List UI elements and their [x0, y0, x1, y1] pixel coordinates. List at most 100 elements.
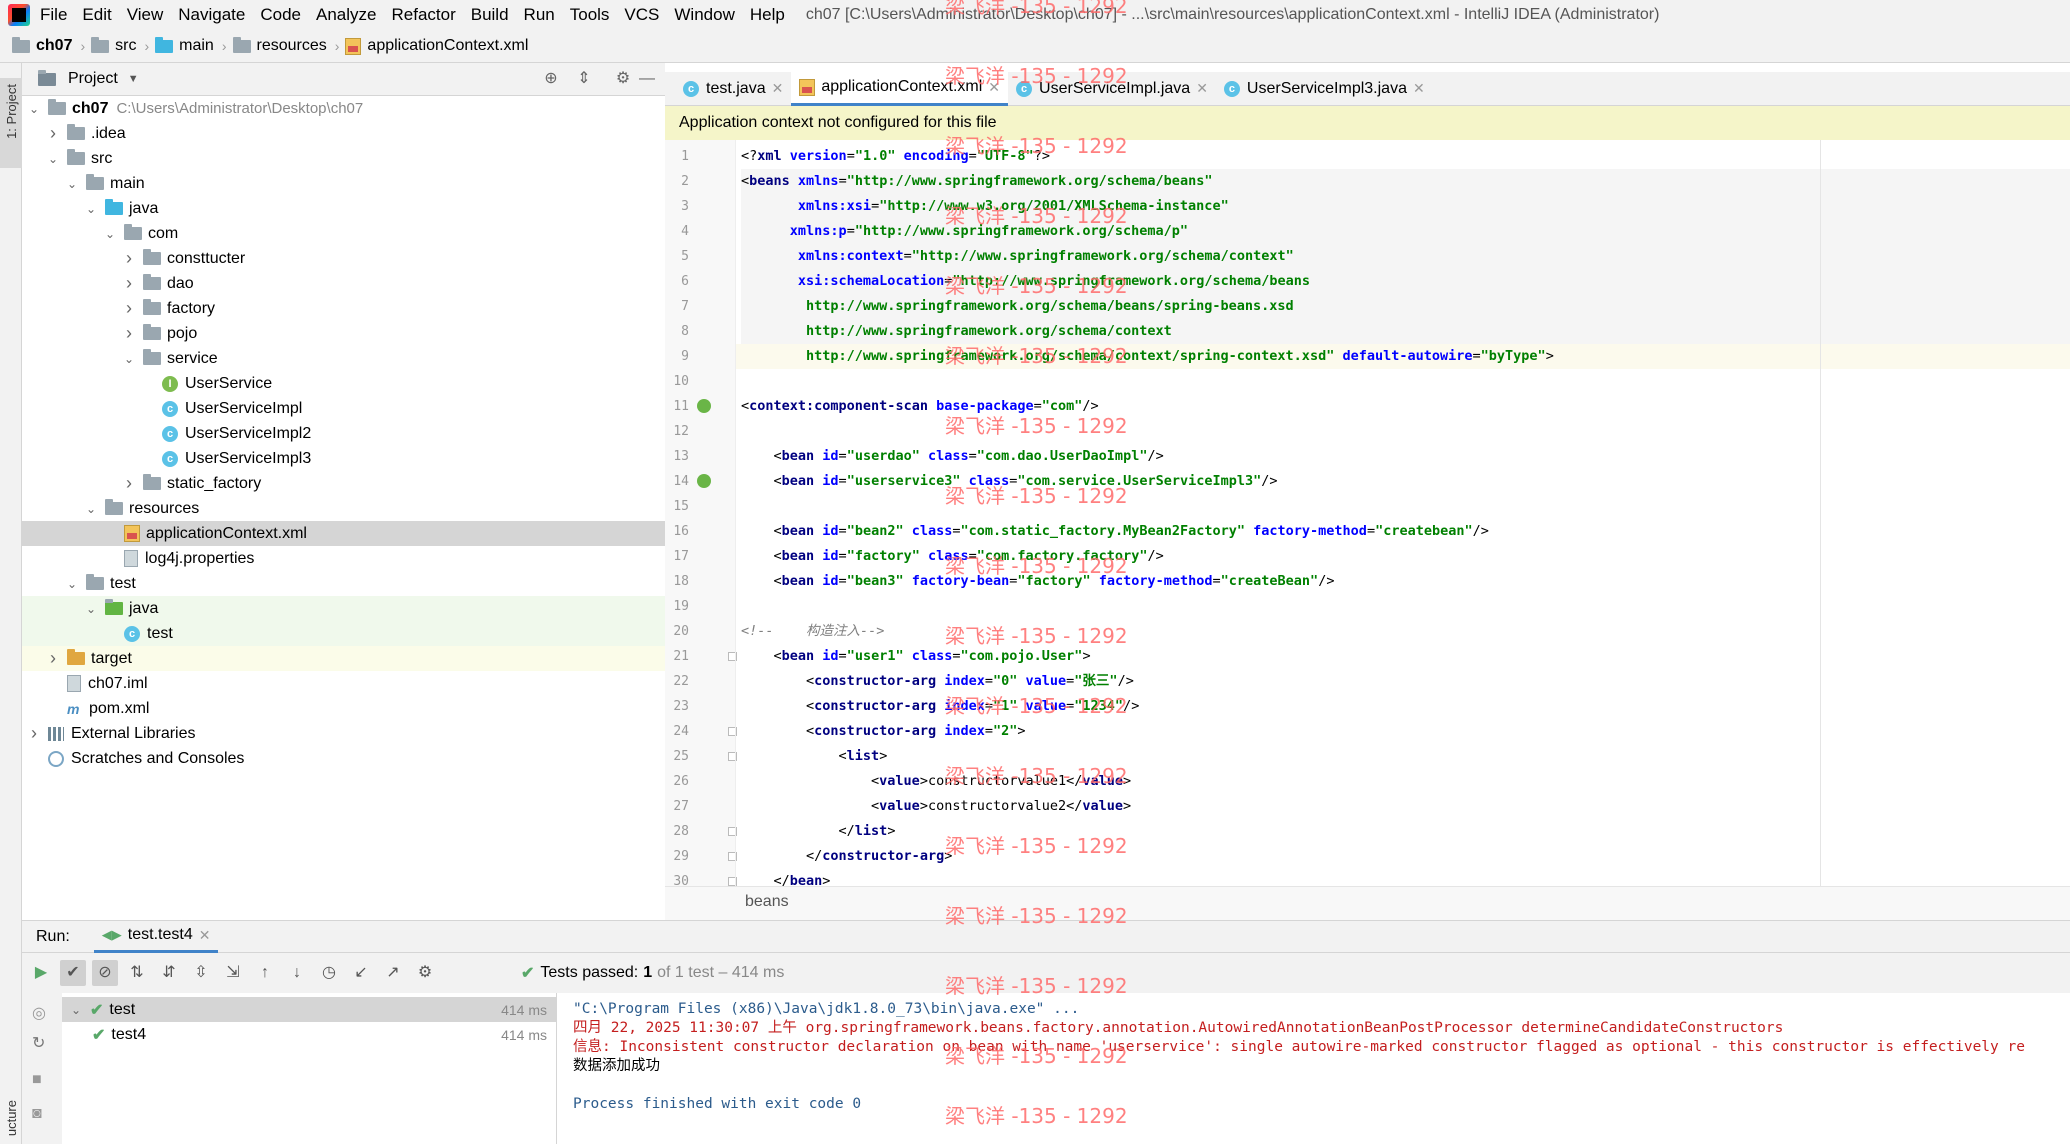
- next-failed-icon[interactable]: ↓: [284, 960, 310, 986]
- xml-breadcrumb-beans[interactable]: beans: [745, 893, 789, 910]
- chevron-down-icon[interactable]: ⌄: [83, 202, 99, 216]
- menu-navigate[interactable]: Navigate: [178, 5, 245, 25]
- code-line[interactable]: <bean id="user1" class="com.pojo.User">: [741, 644, 1091, 669]
- menu-file[interactable]: File: [40, 5, 67, 25]
- code-line[interactable]: http://www.springframework.org/schema/co…: [741, 344, 1554, 369]
- tree-item[interactable]: c UserServiceImpl3: [22, 446, 665, 471]
- tree-item[interactable]: › dao: [22, 271, 665, 296]
- breadcrumb-item-4[interactable]: applicationContext.xml: [345, 37, 528, 55]
- chevron-down-icon[interactable]: ⌄: [64, 177, 80, 191]
- chevron-right-icon[interactable]: ›: [121, 323, 137, 344]
- code-line[interactable]: <list>: [741, 744, 888, 769]
- menu-help[interactable]: Help: [750, 5, 785, 25]
- menu-refactor[interactable]: Refactor: [391, 5, 455, 25]
- expand-all-icon[interactable]: ⇳: [188, 960, 214, 986]
- code-line[interactable]: <bean id="userservice3" class="com.servi…: [741, 469, 1278, 494]
- menu-window[interactable]: Window: [674, 5, 734, 25]
- code-line[interactable]: <?xml version="1.0" encoding="UTF-8"?>: [741, 144, 1050, 169]
- code-line[interactable]: xmlns:context="http://www.springframewor…: [741, 244, 1294, 269]
- chevron-down-icon[interactable]: ⌄: [26, 102, 42, 116]
- menu-vcs[interactable]: VCS: [624, 5, 659, 25]
- code-line[interactable]: <value>constructorvalue1</value>: [741, 769, 1131, 794]
- chevron-right-icon[interactable]: ›: [45, 123, 61, 144]
- menu-code[interactable]: Code: [260, 5, 301, 25]
- test-history-icon[interactable]: ◷: [316, 960, 342, 986]
- chevron-down-icon[interactable]: ⌄: [83, 502, 99, 516]
- code-line[interactable]: <bean id="factory" class="com.factory.fa…: [741, 544, 1164, 569]
- tree-item[interactable]: log4j.properties: [22, 546, 665, 571]
- code-line[interactable]: <!-- 构造注入-->: [741, 619, 884, 644]
- console-output[interactable]: "C:\Program Files (x86)\Java\jdk1.8.0_73…: [557, 993, 2070, 1144]
- tree-item[interactable]: ⌄ src: [22, 146, 665, 171]
- chevron-down-icon[interactable]: ⌄: [83, 602, 99, 616]
- chevron-right-icon[interactable]: ›: [26, 723, 42, 744]
- editor-tab[interactable]: c UserServiceImpl.java ✕: [1008, 72, 1216, 106]
- code-line[interactable]: xmlns:p="http://www.springframework.org/…: [741, 219, 1188, 244]
- chevron-right-icon[interactable]: ›: [45, 648, 61, 669]
- code-line[interactable]: <context:component-scan base-package="co…: [741, 394, 1099, 419]
- collapse-all-icon[interactable]: ⇕: [575, 70, 593, 88]
- close-icon[interactable]: ✕: [988, 79, 1000, 96]
- tree-item[interactable]: m pom.xml: [22, 696, 665, 721]
- tree-item[interactable]: › pojo: [22, 321, 665, 346]
- menu-run[interactable]: Run: [524, 5, 555, 25]
- tree-item[interactable]: ⌄ ch07 C:\Users\Administrator\Desktop\ch07: [22, 96, 665, 121]
- tree-item[interactable]: ⌄ java: [22, 596, 665, 621]
- collapse-all-tests-icon[interactable]: ⇲: [220, 960, 246, 986]
- code-line[interactable]: </list>: [741, 819, 896, 844]
- chevron-right-icon[interactable]: ›: [121, 273, 137, 294]
- code-line[interactable]: <bean id="bean2" class="com.static_facto…: [741, 519, 1489, 544]
- menu-tools[interactable]: Tools: [570, 5, 610, 25]
- sort-duration-icon[interactable]: ⇵: [156, 960, 182, 986]
- import-tests-icon[interactable]: ↙: [348, 960, 374, 986]
- menu-analyze[interactable]: Analyze: [316, 5, 376, 25]
- tree-item[interactable]: ⌄ com: [22, 221, 665, 246]
- chevron-right-icon[interactable]: ›: [121, 248, 137, 269]
- breadcrumb-item-2[interactable]: main: [155, 36, 214, 55]
- run-tab-test4[interactable]: ◀▶ test.test4 ✕: [93, 921, 219, 953]
- tree-item[interactable]: › .idea: [22, 121, 665, 146]
- code-line[interactable]: xsi:schemaLocation="http://www.springfra…: [741, 269, 1310, 294]
- export-tests-icon[interactable]: ↗: [380, 960, 406, 986]
- code-line[interactable]: <constructor-arg index="1" value="1234"/…: [741, 694, 1139, 719]
- test-node[interactable]: ⌄ ✔ test 414 ms: [62, 997, 557, 1022]
- tree-item[interactable]: ⌄ test: [22, 571, 665, 596]
- code-editor[interactable]: 1 2 3 4 5 6 7 8 9 10 11 12 13 14 15 16 17 18 19 20 21 22 23 24 2…: [665, 140, 2070, 889]
- chevron-right-icon[interactable]: ›: [121, 298, 137, 319]
- tree-item[interactable]: ⌄ service: [22, 346, 665, 371]
- code-line[interactable]: <bean id="bean3" factory-bean="factory" …: [741, 569, 1335, 594]
- breadcrumb-item-3[interactable]: resources: [232, 36, 327, 55]
- test-node[interactable]: ✔ test4 414 ms: [62, 1022, 557, 1047]
- chevron-down-icon[interactable]: ⌄: [45, 152, 61, 166]
- camera-icon[interactable]: ◙: [32, 1105, 42, 1123]
- tree-item[interactable]: I UserService: [22, 371, 665, 396]
- menu-build[interactable]: Build: [471, 5, 509, 25]
- code-line[interactable]: <beans xmlns="http://www.springframework…: [741, 169, 1212, 194]
- code-line[interactable]: <constructor-arg index="2">: [741, 719, 1026, 744]
- code-line[interactable]: http://www.springframework.org/schema/co…: [741, 319, 1172, 344]
- menu-view[interactable]: View: [127, 5, 164, 25]
- chevron-right-icon[interactable]: ›: [121, 473, 137, 494]
- chevron-down-icon[interactable]: ⌄: [64, 577, 80, 591]
- tree-item[interactable]: ⌄ main: [22, 171, 665, 196]
- tree-item[interactable]: › External Libraries: [22, 721, 665, 746]
- code-line[interactable]: <bean id="userdao" class="com.dao.UserDa…: [741, 444, 1164, 469]
- chevron-down-icon[interactable]: ⌄: [102, 227, 118, 241]
- previous-failed-icon[interactable]: ↑: [252, 960, 278, 986]
- tree-item[interactable]: c test: [22, 621, 665, 646]
- gear-icon[interactable]: ⚙: [412, 960, 438, 986]
- chevron-down-icon[interactable]: ⌄: [121, 352, 137, 366]
- sort-alpha-icon[interactable]: ⇅: [124, 960, 150, 986]
- rerun-icon[interactable]: ▶: [28, 960, 54, 986]
- editor-xml-breadcrumb[interactable]: beans: [665, 886, 2070, 920]
- code-line[interactable]: http://www.springframework.org/schema/be…: [741, 294, 1294, 319]
- tree-item[interactable]: › consttucter: [22, 246, 665, 271]
- project-panel-title[interactable]: Project: [68, 70, 118, 88]
- tree-item[interactable]: › static_factory: [22, 471, 665, 496]
- stop-icon[interactable]: ■: [32, 1071, 42, 1089]
- tree-item[interactable]: › target: [22, 646, 665, 671]
- close-icon[interactable]: ✕: [1196, 80, 1208, 97]
- gear-icon[interactable]: ⚙: [614, 70, 632, 88]
- spring-bean-icon[interactable]: [697, 399, 711, 413]
- chevron-down-icon[interactable]: ▼: [128, 73, 139, 85]
